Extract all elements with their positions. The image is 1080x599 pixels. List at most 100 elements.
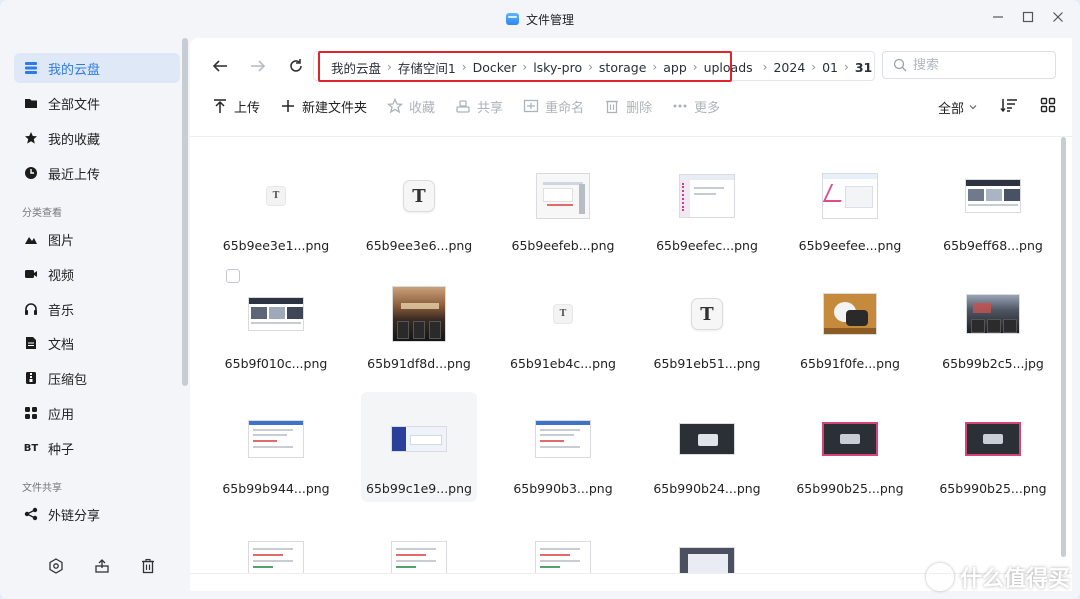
delete-button[interactable]: 删除 bbox=[604, 97, 652, 116]
new-folder-button[interactable]: 新建文件夹 bbox=[280, 97, 367, 116]
refresh-button[interactable] bbox=[284, 54, 308, 78]
file-tile[interactable]: 65b990b24...png bbox=[649, 392, 765, 502]
image-thumbnail bbox=[248, 541, 304, 574]
file-tile[interactable]: 65b9eefeb...png bbox=[505, 149, 621, 259]
sidebar-item-videos[interactable]: 视频 bbox=[14, 259, 180, 289]
upload-button[interactable]: 上传 bbox=[212, 97, 260, 116]
minimize-button[interactable] bbox=[990, 9, 1006, 25]
breadcrumb-item[interactable]: storage bbox=[599, 60, 647, 75]
select-checkbox[interactable] bbox=[226, 269, 240, 283]
file-tile[interactable]: T 65b91eb51...png bbox=[649, 267, 765, 377]
delete-label: 删除 bbox=[626, 100, 653, 116]
file-name: 65b990b3...png bbox=[513, 481, 613, 496]
file-tile[interactable]: 65b91f0fe...png bbox=[792, 267, 908, 377]
breadcrumb-item[interactable]: Docker bbox=[473, 60, 517, 75]
file-name: 65b91eb51...png bbox=[653, 356, 761, 371]
sidebar-item-label: 文档 bbox=[48, 337, 75, 353]
search-box[interactable] bbox=[882, 51, 1056, 79]
sidebar-item-link-share[interactable]: 外链分享 bbox=[14, 499, 180, 529]
settings-button[interactable] bbox=[46, 556, 66, 576]
search-input[interactable] bbox=[913, 57, 1043, 73]
filter-dropdown[interactable]: 全部 bbox=[938, 98, 978, 117]
file-name: 65b91eb4c...png bbox=[510, 356, 616, 371]
file-tile[interactable]: 65b99c1e9...png bbox=[361, 392, 477, 502]
rename-label: 重命名 bbox=[545, 100, 585, 116]
sidebar-item-favorites[interactable]: 我的收藏 bbox=[14, 123, 180, 153]
sidebar-item-archives[interactable]: 压缩包 bbox=[14, 363, 180, 393]
sidebar-item-recent-uploads[interactable]: 最近上传 bbox=[14, 158, 180, 188]
close-button[interactable] bbox=[1050, 9, 1066, 25]
file-tile[interactable] bbox=[505, 517, 621, 574]
image-thumbnail bbox=[392, 286, 446, 342]
breadcrumb-item[interactable]: 01 bbox=[822, 60, 838, 75]
favorite-button[interactable]: 收藏 bbox=[387, 97, 435, 116]
file-name: 65b91df8d...png bbox=[367, 356, 471, 371]
sidebar-item-music[interactable]: 音乐 bbox=[14, 294, 180, 324]
breadcrumb-item[interactable]: 我的云盘 bbox=[331, 58, 381, 77]
breadcrumb-item[interactable]: lsky-pro bbox=[533, 60, 582, 75]
sidebar-item-apps[interactable]: 应用 bbox=[14, 398, 180, 428]
sidebar-item-all-files[interactable]: 全部文件 bbox=[14, 88, 180, 118]
file-tile[interactable]: 65b9eefec...png bbox=[649, 149, 765, 259]
image-thumbnail bbox=[536, 173, 590, 219]
rename-button[interactable]: 重命名 bbox=[523, 97, 584, 116]
sort-button[interactable] bbox=[1000, 97, 1018, 117]
file-name: 65b9ee3e6...png bbox=[365, 238, 473, 253]
file-tile[interactable]: 65b91df8d...png bbox=[361, 267, 477, 377]
sidebar-item-torrents[interactable]: BT 种子 bbox=[14, 433, 180, 463]
share-button[interactable]: 共享 bbox=[455, 97, 503, 116]
breadcrumb-item[interactable]: 2024 bbox=[773, 60, 805, 75]
section-title-share: 文件共享 bbox=[22, 483, 62, 494]
star-outline-icon bbox=[387, 98, 404, 114]
back-button[interactable] bbox=[208, 54, 232, 78]
title-bar: 文件管理 bbox=[0, 0, 1080, 38]
file-tile[interactable] bbox=[361, 517, 477, 574]
file-tile[interactable]: T 65b9ee3e6...png bbox=[361, 149, 477, 259]
file-tile[interactable]: 65b99b944...png bbox=[218, 392, 334, 502]
chevron-right-icon: › bbox=[461, 60, 467, 74]
file-tile[interactable]: 65b9f010c...png bbox=[218, 267, 334, 377]
file-tile[interactable] bbox=[649, 517, 765, 574]
breadcrumb-item[interactable]: app bbox=[663, 60, 687, 75]
file-tile[interactable]: T 65b91eb4c...png bbox=[505, 267, 621, 377]
sort-icon bbox=[1000, 99, 1017, 113]
rename-icon bbox=[523, 98, 539, 114]
share-icon bbox=[24, 507, 38, 521]
file-tile[interactable]: 65b99b2c5...jpg bbox=[935, 267, 1051, 377]
content-scrollbar[interactable] bbox=[1061, 137, 1066, 557]
hexagon-settings-icon bbox=[49, 558, 63, 574]
maximize-button[interactable] bbox=[1020, 9, 1036, 25]
maximize-icon bbox=[1022, 11, 1034, 23]
file-tile[interactable]: 65b9eff68...png bbox=[935, 149, 1051, 259]
grid-view-button[interactable] bbox=[1040, 97, 1056, 117]
refresh-icon bbox=[290, 59, 302, 72]
file-tile[interactable]: 65b9eefee...png bbox=[792, 149, 908, 259]
image-thumbnail bbox=[822, 173, 878, 219]
headphones-icon bbox=[24, 302, 38, 316]
breadcrumb-item[interactable]: 存储空间1 bbox=[398, 58, 456, 77]
recycle-bin-button[interactable] bbox=[138, 556, 158, 576]
more-button[interactable]: 更多 bbox=[672, 97, 720, 116]
file-name: 65b9eefeb...png bbox=[511, 238, 615, 253]
sidebar-item-my-cloud[interactable]: 我的云盘 bbox=[14, 53, 180, 83]
section-title-category: 分类查看 bbox=[22, 208, 62, 219]
transfer-button[interactable] bbox=[92, 556, 112, 576]
image-thumbnail bbox=[965, 422, 1021, 456]
sidebar-item-images[interactable]: 图片 bbox=[14, 224, 180, 254]
file-name: 65b99b944...png bbox=[222, 481, 330, 496]
file-tile[interactable]: 65b990b25...png bbox=[935, 392, 1051, 502]
image-thumbnail bbox=[535, 420, 591, 458]
sidebar-scrollbar[interactable] bbox=[182, 38, 188, 386]
file-tile[interactable]: T 65b9ee3e1...png bbox=[218, 149, 334, 259]
bt-icon: BT bbox=[23, 442, 39, 454]
forward-button[interactable] bbox=[246, 54, 270, 78]
sidebar-item-documents[interactable]: 文档 bbox=[14, 328, 180, 358]
breadcrumb-item[interactable]: uploads bbox=[704, 60, 753, 75]
file-manager-app-icon bbox=[505, 13, 519, 25]
file-tile[interactable]: 65b990b25...png bbox=[792, 392, 908, 502]
file-tile[interactable]: 65b990b3...png bbox=[505, 392, 621, 502]
chevron-right-icon: › bbox=[692, 60, 698, 74]
file-manager-window: 文件管理 我的云盘 全部文件 我的收藏 最近上传 分类查看 图片 视频 音乐 文… bbox=[0, 0, 1080, 599]
file-tile[interactable] bbox=[218, 517, 334, 574]
image-thumbnail bbox=[965, 179, 1021, 213]
